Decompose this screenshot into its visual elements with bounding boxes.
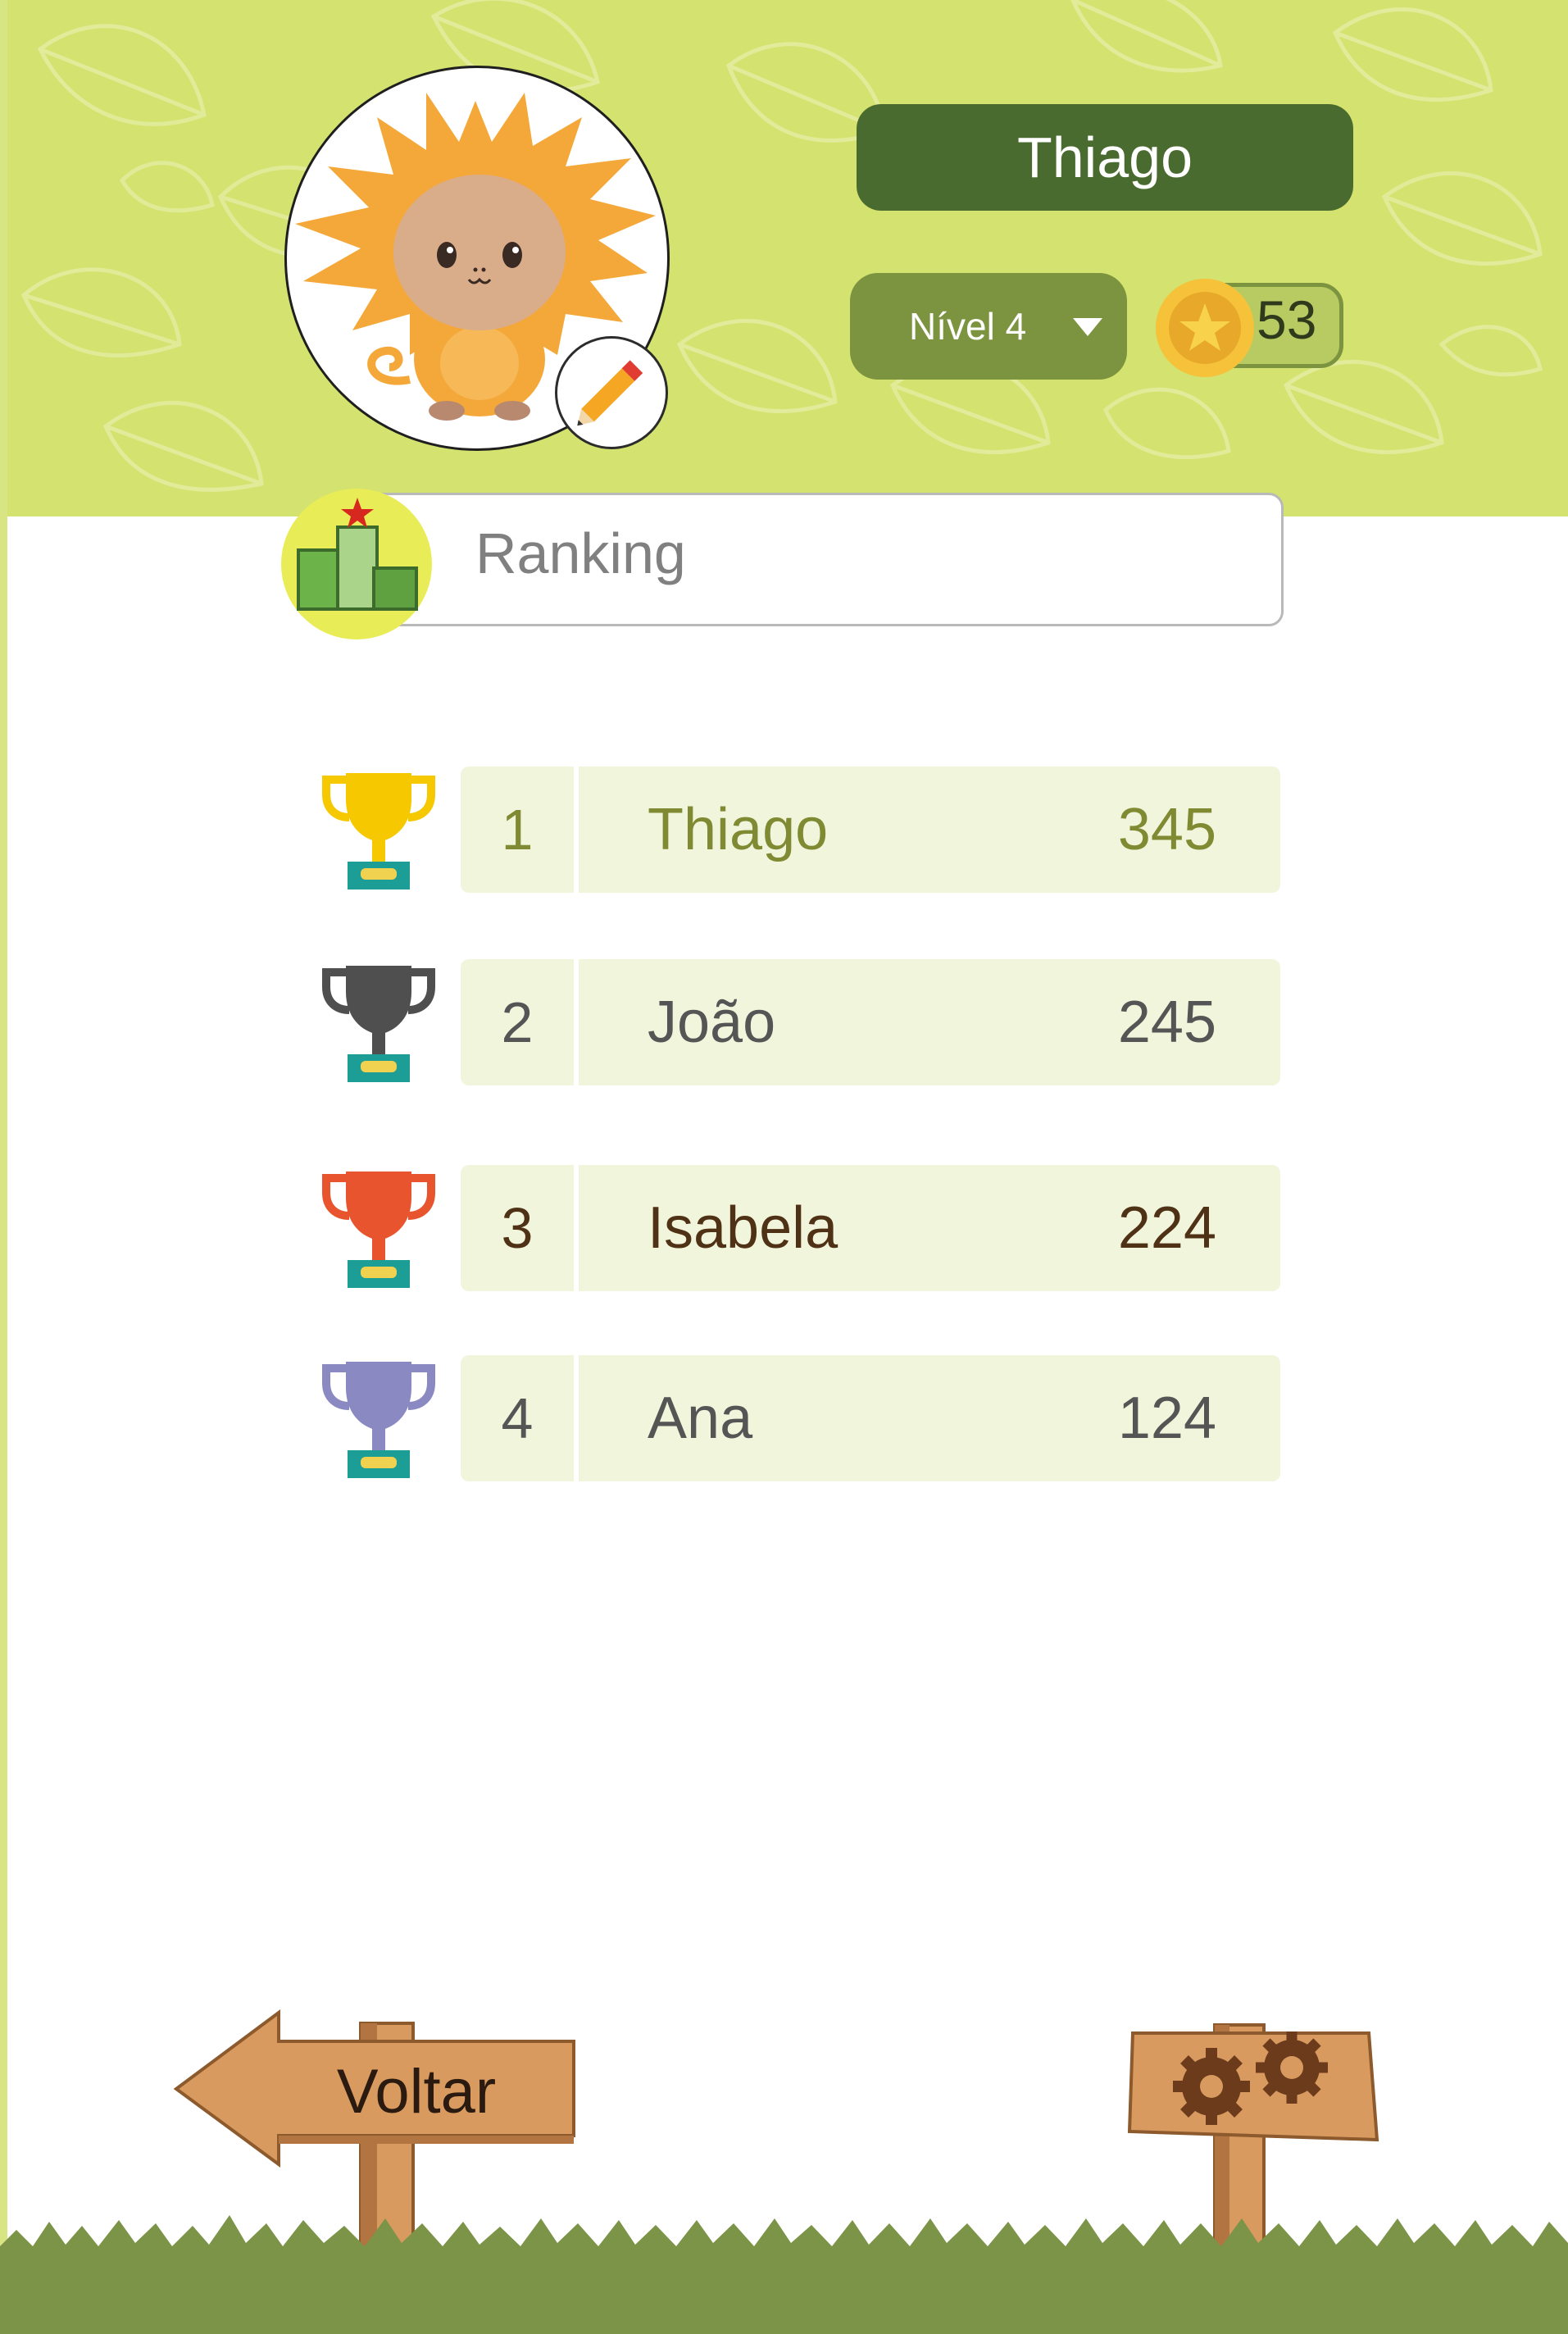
- avatar[interactable]: [284, 66, 670, 451]
- pencil-icon: [577, 360, 643, 426]
- rank-position: 2: [461, 959, 574, 1085]
- purple-trophy-icon: [322, 1362, 435, 1478]
- chevron-down-icon: [1073, 318, 1102, 336]
- leaf-pattern-background: [20, 0, 1543, 492]
- edit-avatar-button[interactable]: [555, 336, 668, 449]
- player-score: 245: [1117, 990, 1216, 1055]
- star-coin-icon: [1156, 279, 1254, 377]
- rank-entry: Ana 124: [579, 1355, 1280, 1481]
- level-dropdown[interactable]: Nível 4: [850, 273, 1127, 380]
- settings-button[interactable]: [1127, 2017, 1373, 2164]
- rank-entry: João 245: [579, 959, 1280, 1085]
- ranking-row: 1 Thiago 345: [321, 767, 1282, 893]
- profile-name-pill: Thiago: [857, 104, 1353, 211]
- back-button[interactable]: [176, 2021, 586, 2164]
- player-name: Isabela: [648, 1195, 839, 1261]
- player-name: Ana: [648, 1385, 753, 1451]
- bronze-trophy-icon: [322, 1172, 435, 1288]
- rank-entry: Thiago 345: [579, 767, 1280, 893]
- ranking-title: Ranking: [475, 521, 686, 585]
- ranking-row: 2 João 245: [321, 959, 1282, 1085]
- silver-trophy-icon: [322, 966, 435, 1082]
- rank-entry: Isabela 224: [579, 1165, 1280, 1291]
- player-score: 345: [1117, 797, 1216, 862]
- player-score: 124: [1117, 1385, 1216, 1451]
- grass: [0, 2215, 1568, 2334]
- podium-icon: [281, 489, 432, 639]
- profile-name: Thiago: [1016, 125, 1193, 189]
- gold-trophy-icon: [322, 773, 435, 889]
- profile-header: Thiago Nível 4 53: [7, 0, 1568, 516]
- left-border: [0, 0, 7, 2334]
- coins-value: 53: [1257, 289, 1317, 350]
- ranking-row: 3 Isabela 224: [321, 1165, 1282, 1291]
- player-name: Thiago: [648, 797, 829, 862]
- rank-position: 1: [461, 767, 574, 893]
- rank-position: 3: [461, 1165, 574, 1291]
- rank-position: 4: [461, 1355, 574, 1481]
- player-name: João: [648, 990, 776, 1055]
- ranking-screen: Thiago Nível 4 53 Ranking 1 Thiago 345 2 Joã…: [0, 0, 1568, 2334]
- ranking-row: 4 Ana 124: [321, 1355, 1282, 1481]
- player-score: 224: [1117, 1195, 1216, 1261]
- level-label: Nível 4: [909, 305, 1027, 348]
